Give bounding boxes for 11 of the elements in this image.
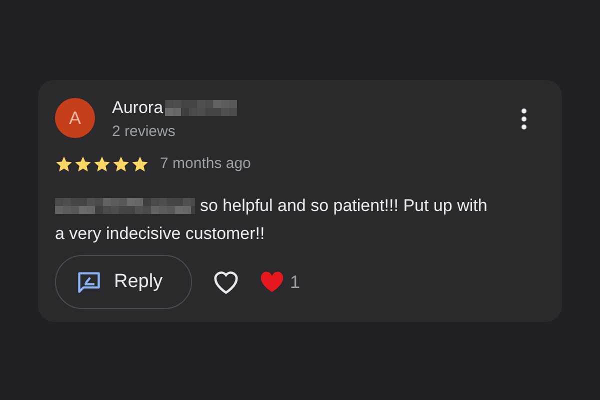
review-count: 2 reviews: [112, 122, 176, 142]
reply-button[interactable]: Reply: [55, 255, 192, 309]
heart-icon: [260, 271, 284, 293]
review-text: a very indecisive customer!!: [55, 223, 265, 245]
review-time: 7 months ago: [160, 154, 251, 174]
more-vert-icon: [521, 108, 527, 130]
heart-icon: [211, 269, 241, 295]
review-text: so helpful and so patient!!! Put up with: [200, 195, 488, 218]
author-name: Aurora: [112, 98, 164, 118]
reaction-count: 1: [290, 270, 300, 294]
avatar: A: [55, 98, 95, 138]
